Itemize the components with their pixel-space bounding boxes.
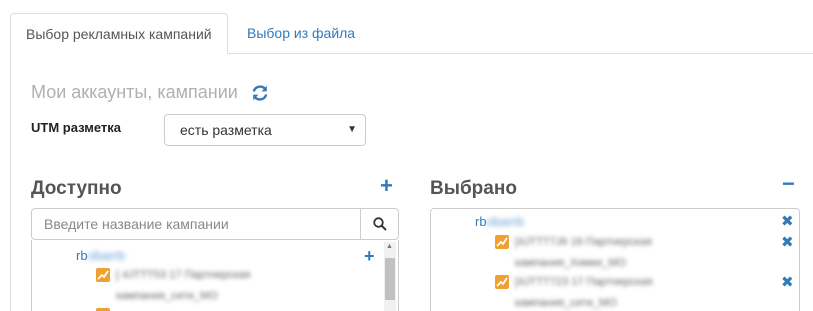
utm-select[interactable]: есть разметка ▼ (164, 114, 366, 146)
add-all-icon[interactable]: + (380, 174, 393, 198)
utm-label: UTM разметка (31, 120, 122, 135)
remove-campaign-icon[interactable]: ✖ (781, 275, 794, 290)
add-account-icon[interactable]: + (364, 247, 375, 265)
campaign-name[interactable]: [4JTTT723 17 Партнерская (515, 276, 652, 288)
search-input[interactable]: Введите название кампании (44, 209, 229, 239)
campaign-name[interactable]: [4JTTT7J6 16 Партнерская (515, 236, 652, 248)
selected-account[interactable]: rbobarrb (475, 214, 524, 229)
section-title: Мои аккаунты, кампании (31, 82, 238, 102)
available-title: Доступно (31, 178, 122, 199)
remove-all-icon[interactable]: − (782, 172, 795, 196)
tab-bar: Выбор рекламных кампаний Выбор из файла (10, 13, 813, 54)
campaign-name-2: кампания_Химки_МО (515, 257, 626, 269)
scrollbar[interactable]: ▲ (384, 242, 396, 311)
campaign-icon (96, 268, 110, 282)
search-button[interactable] (360, 208, 398, 240)
refresh-icon[interactable] (250, 83, 270, 103)
remove-account-icon[interactable]: ✖ (781, 214, 794, 229)
selected-title: Выбрано (430, 178, 517, 199)
caret-down-icon: ▼ (347, 124, 357, 135)
scroll-up-icon[interactable]: ▲ (386, 243, 393, 250)
remove-campaign-icon[interactable]: ✖ (781, 235, 794, 250)
campaign-name[interactable]: [ 4JTTT53 17 Партнерская (116, 269, 250, 281)
campaign-icon (495, 235, 509, 249)
campaign-search: Введите название кампании (31, 208, 399, 240)
tab-campaign-selection[interactable]: Выбор рекламных кампаний (10, 13, 228, 54)
available-list: rbobarrb + [ 4JTTT53 17 Партнерская камп… (31, 240, 399, 311)
utm-select-value: есть разметка (180, 122, 272, 138)
campaign-name-2: кампания_сити_МО (515, 297, 617, 309)
scroll-thumb[interactable] (385, 258, 395, 300)
search-icon (372, 217, 387, 231)
selected-list: rbobarrb ✖ [4JTTT7J6 16 Партнерская камп… (430, 208, 800, 311)
tab-file-selection[interactable]: Выбор из файла (232, 13, 370, 53)
campaign-icon (495, 275, 509, 289)
campaign-name-2: кампания_сити_МО (116, 290, 218, 302)
available-account[interactable]: rbobarrb (76, 248, 125, 263)
